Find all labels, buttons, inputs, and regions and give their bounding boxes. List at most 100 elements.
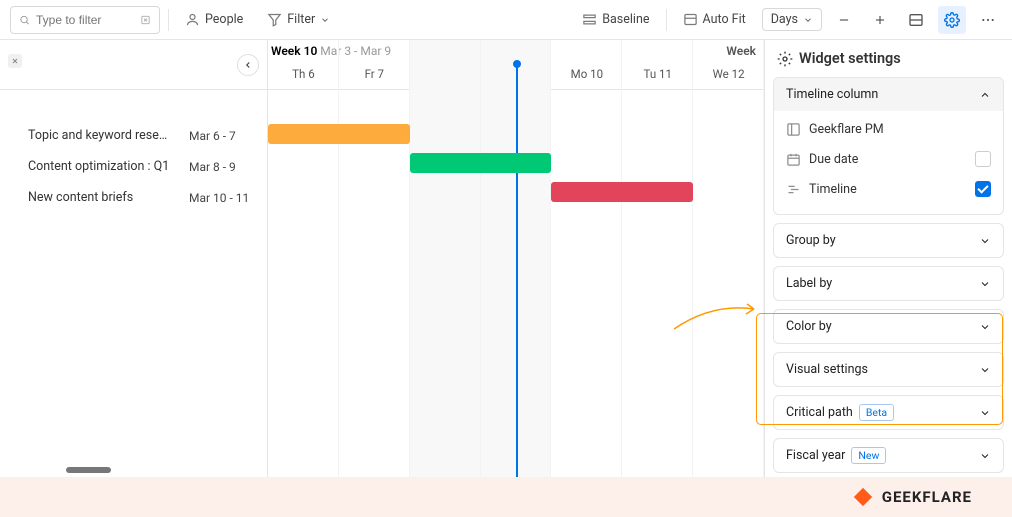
main-area: Topic and keyword rese…Mar 6 - 7Content … <box>0 40 1012 477</box>
filter-icon <box>267 12 282 27</box>
section-header[interactable]: Group by <box>774 224 1003 257</box>
day-header: Tu 11 <box>622 59 693 89</box>
badge: New <box>851 447 886 464</box>
chevron-down-icon <box>979 278 991 290</box>
filter-button[interactable]: Filter <box>259 8 338 31</box>
gantt-bar[interactable] <box>410 153 552 173</box>
search-icon <box>19 13 30 27</box>
people-button[interactable]: People <box>177 8 251 31</box>
task-list-header <box>0 40 267 90</box>
section-header[interactable]: Label by <box>774 267 1003 300</box>
divider <box>666 9 667 31</box>
filter-label: Filter <box>287 12 315 27</box>
timeline-panel[interactable]: Week 10 Mar 3 - Mar 9 Week Th 6Fr 7Sa 8S… <box>268 40 764 477</box>
more-button[interactable] <box>974 6 1002 34</box>
next-week-label: Week <box>726 44 756 58</box>
timeline-header: Week 10 Mar 3 - Mar 9 Week Th 6Fr 7Sa 8S… <box>268 40 764 90</box>
gantt-bars <box>268 90 764 120</box>
task-row[interactable]: Topic and keyword rese…Mar 6 - 7 <box>0 120 267 151</box>
baseline-label: Baseline <box>602 12 649 27</box>
chevron-down-icon <box>979 321 991 333</box>
badge: Beta <box>859 404 894 421</box>
section-header[interactable]: Critical pathBeta <box>774 396 1003 429</box>
task-dates: Mar 6 - 7 <box>189 129 257 143</box>
zoom-out-button[interactable] <box>830 6 858 34</box>
section-header-timeline[interactable]: Timeline column <box>774 78 1003 111</box>
chevron-down-icon <box>979 407 991 419</box>
clear-icon[interactable] <box>140 13 151 27</box>
today-line <box>516 62 518 477</box>
layout-button[interactable] <box>902 6 930 34</box>
task-row[interactable]: New content briefsMar 10 - 11 <box>0 182 267 213</box>
chevron-down-icon <box>320 15 330 25</box>
footer-brand-bar: GEEKFLARE <box>0 477 1012 517</box>
person-icon <box>185 12 200 27</box>
calendar-icon <box>786 152 801 167</box>
checkbox-due-date[interactable] <box>975 151 991 167</box>
day-header: Th 6 <box>268 59 339 89</box>
day-header: Mo 10 <box>551 59 622 89</box>
timeline-body <box>268 90 764 477</box>
chevron-down-icon <box>803 15 813 25</box>
task-rows: Topic and keyword rese…Mar 6 - 7Content … <box>0 90 267 213</box>
timeline-icon <box>786 182 801 197</box>
interval-label: Days <box>771 12 798 27</box>
autofit-button[interactable]: Auto Fit <box>675 8 754 31</box>
gantt-bar[interactable] <box>551 182 693 202</box>
section-header[interactable]: Fiscal yearNew <box>774 439 1003 472</box>
task-name: New content briefs <box>28 190 189 205</box>
day-header: Su 9 <box>481 59 552 89</box>
week-label: Week 10 Mar 3 - Mar 9 <box>271 44 391 58</box>
day-header: Sa 8 <box>410 59 481 89</box>
filter-search-box[interactable] <box>10 6 160 34</box>
section: Label by <box>773 266 1004 301</box>
divider <box>168 9 169 31</box>
gear-icon <box>777 51 793 67</box>
task-name: Topic and keyword rese… <box>28 128 189 143</box>
people-label: People <box>205 12 243 27</box>
section: Critical pathBeta <box>773 395 1004 430</box>
chevron-down-icon <box>979 450 991 462</box>
panel-title: Widget settings <box>773 50 1004 67</box>
baseline-icon <box>582 12 597 27</box>
gantt-bar[interactable] <box>268 124 410 144</box>
geekflare-logo-icon <box>852 486 874 508</box>
option-label: Timeline <box>809 182 857 197</box>
collapse-left-button[interactable] <box>237 54 259 76</box>
settings-button[interactable] <box>938 6 966 34</box>
section: Fiscal yearNew <box>773 438 1004 473</box>
section-header[interactable]: Color by <box>774 310 1003 343</box>
task-dates: Mar 8 - 9 <box>189 160 257 174</box>
option-due-date[interactable]: Due date <box>786 144 991 174</box>
board-icon <box>786 122 801 137</box>
task-list-panel: Topic and keyword rese…Mar 6 - 7Content … <box>0 40 268 477</box>
task-row[interactable]: Content optimization : Q1Mar 8 - 9 <box>0 151 267 182</box>
section-title: Group by <box>786 233 836 248</box>
day-header: We 12 <box>693 59 764 89</box>
day-header-row: Th 6Fr 7Sa 8Su 9Mo 10Tu 11We 12 <box>268 59 764 89</box>
task-dates: Mar 10 - 11 <box>189 191 257 205</box>
gear-icon <box>944 12 960 28</box>
section-title: Timeline column <box>786 87 878 102</box>
section-title: Fiscal yearNew <box>786 448 886 463</box>
interval-dropdown[interactable]: Days <box>762 8 822 31</box>
chevron-down-icon <box>979 364 991 376</box>
section-header[interactable]: Visual settings <box>774 353 1003 386</box>
section-title: Color by <box>786 319 832 334</box>
section-timeline-column: Timeline column Geekflare PM Due date Ti… <box>773 77 1004 215</box>
chevron-left-icon <box>243 60 253 70</box>
widget-settings-panel: Widget settings Timeline column Geekflar… <box>764 40 1012 477</box>
option-timeline[interactable]: Timeline <box>786 174 991 204</box>
day-header: Fr 7 <box>339 59 410 89</box>
section-title: Visual settings <box>786 362 868 377</box>
section: Group by <box>773 223 1004 258</box>
option-label: Due date <box>809 152 858 167</box>
horizontal-scrollbar[interactable] <box>66 467 111 473</box>
collapse-chip[interactable] <box>8 54 22 68</box>
checkbox-timeline[interactable] <box>975 181 991 197</box>
baseline-button[interactable]: Baseline <box>574 8 657 31</box>
section-title: Critical pathBeta <box>786 405 894 420</box>
search-input[interactable] <box>36 13 136 27</box>
board-row: Geekflare PM <box>786 115 991 144</box>
zoom-in-button[interactable] <box>866 6 894 34</box>
